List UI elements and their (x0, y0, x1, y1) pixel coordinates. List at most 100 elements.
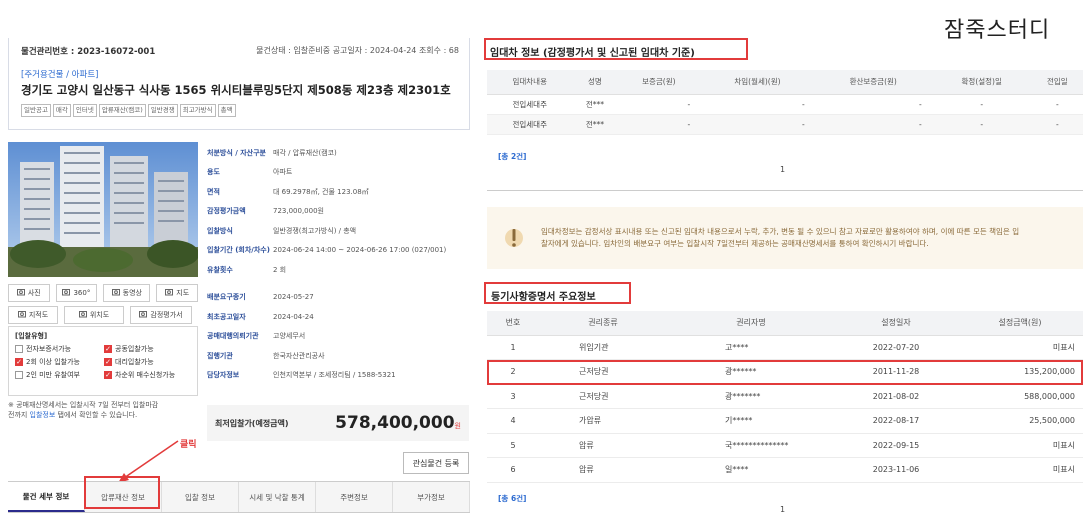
table-row: 전입세대주 전*** - - - - - (487, 94, 1083, 115)
notice-text: ※ 공매재산명세서는 입찰시작 7일 전부터 입찰마감 전까지 입찰정보 탭에서… (8, 400, 208, 420)
price-amount: 578,400,000 (335, 413, 455, 433)
property-category: [주거용건물 / 아파트] (21, 70, 99, 80)
notice-link[interactable]: 입찰정보 (30, 411, 56, 419)
info-row: 담당자정보 인천지역본부 / 조세정리팀 / 1588-5321 (207, 366, 469, 386)
registration-page-number[interactable]: 1 (780, 505, 785, 514)
option-checkbox[interactable]: 전자보증서가능 (15, 344, 102, 354)
checkbox-icon[interactable]: ✓ (104, 345, 112, 353)
360-icon (62, 288, 71, 298)
registration-table-wrap: 번호 권리종류 권리자명 설정일자 설정금액(원) 1 위임기관 고**** 2022-07-… (487, 311, 1083, 483)
table-header: 차임(월세)(원) (700, 70, 815, 95)
bid-type-options: [입찰유형] 전자보증서가능 ✓ 공동입찰가능 ✓ 2회 이상 입찰가능 ✓ 대리입찰가능 2… (8, 326, 198, 396)
option-checkbox[interactable]: ✓ 대리입찰가능 (104, 357, 191, 367)
table-header: 보증금(원) (617, 70, 701, 95)
info-key: 최초공고일자 (207, 312, 246, 321)
table-header: 권리자명 (667, 311, 835, 336)
option-checkbox[interactable]: ✓ 공동입찰가능 (104, 344, 191, 354)
highlight-box-tab (84, 476, 160, 509)
tag-badge: 인터넷 (72, 104, 97, 117)
appraisal-icon (139, 310, 148, 320)
price-unit: 원 (454, 422, 461, 430)
table-cell: - (814, 94, 932, 115)
info-row: 유찰횟수 2 회 (207, 260, 469, 280)
table-cell: - (700, 114, 815, 135)
checkbox-icon[interactable]: ✓ (104, 371, 112, 379)
watch-item-button[interactable]: 관심물건 등록 (403, 452, 469, 474)
info-value: 2024-04-24 (273, 312, 314, 321)
table-row: 전입세대주 전*** - - - - - (487, 114, 1083, 135)
info-value: 2024-05-27 (273, 293, 314, 302)
min-bid-price-value: 578,400,000원 (335, 413, 461, 433)
table-cell: 4 (487, 408, 539, 434)
table-cell: 전*** (572, 94, 618, 115)
checkbox-icon[interactable] (15, 345, 23, 353)
property-photo[interactable] (8, 142, 198, 277)
registration-total: [총 6건] (498, 494, 527, 503)
media-button-label: 지도 (176, 289, 190, 297)
table-cell: - (931, 94, 1032, 115)
tab-item[interactable]: 부가정보 (393, 482, 470, 512)
media-button-label: 지적도 (28, 311, 49, 319)
info-row: 입찰방식 일반경쟁(최고가방식) / 총액 (207, 221, 469, 241)
info-key: 배분요구종기 (207, 293, 246, 302)
media-button-camera[interactable]: 사진 (8, 284, 50, 302)
video-icon (111, 288, 120, 298)
option-label: 전자보증서가능 (26, 345, 72, 353)
option-label: 2인 미만 유찰여부 (26, 371, 80, 379)
table-cell: 미표시 (957, 457, 1083, 483)
options-title: [입찰유형] (15, 332, 48, 340)
media-buttons-row2: 지적도 위치도 감정평가서 (8, 306, 198, 324)
property-address: 경기도 고양시 일산동구 식사동 1565 위시티블루밍5단지 제508동 제2… (21, 83, 451, 97)
option-checkbox[interactable]: ✓ 차순위 매수신청가능 (104, 370, 191, 380)
option-checkbox[interactable]: 2인 미만 유찰여부 (15, 370, 102, 380)
tag-list: 일반공고 매각 인터넷 압류재산(캠코) 일반경쟁 최고가방식 총액 (21, 104, 236, 117)
info-key: 입찰기간 (회차/차수) (207, 246, 270, 255)
option-checkbox[interactable]: ✓ 2회 이상 입찰가능 (15, 357, 102, 367)
table-cell: - (814, 114, 932, 135)
media-button-location[interactable]: 위치도 (64, 306, 124, 324)
media-button-appraisal[interactable]: 감정평가서 (130, 306, 192, 324)
table-header: 성명 (572, 70, 618, 95)
checkbox-icon[interactable] (15, 371, 23, 379)
checkbox-icon[interactable]: ✓ (104, 358, 112, 366)
info-key: 공매대행의뢰기관 (207, 332, 259, 341)
tab-item[interactable]: 물건 세부 정보 (8, 482, 85, 512)
lease-page-number[interactable]: 1 (780, 165, 785, 174)
warning-icon (505, 224, 523, 252)
info-value: 대 69.2978㎡, 건물 123.08㎡ (273, 187, 369, 196)
tab-item[interactable]: 입찰 정보 (162, 482, 239, 512)
tab-item[interactable]: 시세 및 낙찰 통계 (239, 482, 316, 512)
media-button-map[interactable]: 지도 (156, 284, 199, 302)
media-button-video[interactable]: 동영상 (103, 284, 151, 302)
media-button-cadastral[interactable]: 지적도 (8, 306, 58, 324)
info-value: 2024-06-24 14:00 ~ 2024-06-26 17:00 (027… (273, 246, 447, 255)
info-key: 집행기관 (207, 351, 233, 360)
tab-item[interactable]: 주변정보 (316, 482, 393, 512)
table-cell: 2022-09-15 (835, 433, 957, 458)
table-cell: - (700, 94, 815, 115)
notice-line-a: ※ 공매재산명세서는 입찰시작 7일 전부터 입찰마감 (8, 401, 159, 409)
management-number: 물건관리번호 : 2023-16072-001 (21, 47, 156, 57)
options-grid: 전자보증서가능 ✓ 공동입찰가능 ✓ 2회 이상 입찰가능 ✓ 대리입찰가능 2인 미만 유찰… (15, 344, 191, 380)
option-label: 2회 이상 입찰가능 (26, 358, 80, 366)
info-value: 인천지역본부 / 조세정리팀 / 1588-5321 (273, 371, 396, 380)
option-label: 차순위 매수신청가능 (115, 371, 176, 379)
status-line: 물건상태 : 입찰준비중 공고일자 : 2024-04-24 조회수 : 68 (256, 46, 459, 55)
info-value: 매각 / 압류재산(캠코) (273, 148, 337, 157)
table-header: 권리종류 (539, 311, 667, 336)
checkbox-icon[interactable]: ✓ (15, 358, 23, 366)
table-row: 4 가압류 기***** 2022-08-17 25,500,000 (487, 408, 1083, 434)
table-header: 설정일자 (835, 311, 957, 336)
lease-table-wrap: 임대차내용 성명 보증금(원) 차임(월세)(원) 환산보증금(원) 확정(설정)일 전입일… (487, 70, 1083, 135)
map-icon (165, 288, 174, 298)
table-cell: 국************** (667, 433, 835, 458)
option-label: 공동입찰가능 (115, 345, 154, 353)
table-cell: 고**** (667, 335, 835, 360)
info-key: 입찰방식 (207, 226, 233, 235)
media-button-360[interactable]: 360° (55, 284, 98, 302)
info-value: 아파트 (273, 168, 293, 177)
info-key: 유찰횟수 (207, 265, 233, 274)
table-cell: 미표시 (957, 433, 1083, 458)
tag-badge: 일반경쟁 (147, 104, 178, 117)
table-row: 5 압류 국************** 2022-09-15 미표시 (487, 433, 1083, 458)
